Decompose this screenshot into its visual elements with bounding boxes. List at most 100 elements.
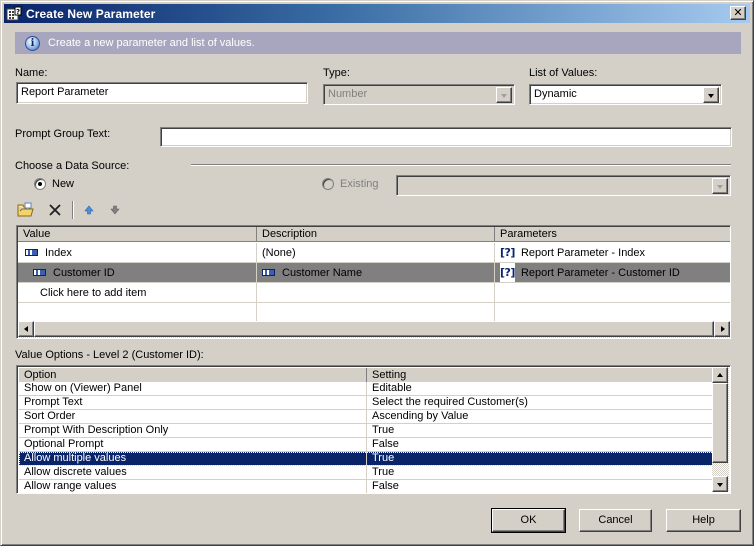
prompt-group-label: Prompt Group Text:	[15, 128, 111, 140]
option-name[interactable]: Optional Prompt	[19, 438, 367, 451]
parameter-cell[interactable]	[495, 283, 730, 302]
option-row[interactable]: Allow discrete values True	[19, 466, 714, 480]
delete-button[interactable]	[45, 201, 65, 219]
data-source-label: Choose a Data Source:	[15, 160, 130, 172]
option-name[interactable]: Sort Order	[19, 410, 367, 423]
description-text: (None)	[262, 246, 296, 259]
svg-text:?: ?	[16, 8, 20, 16]
table-row[interactable]: Index (None) [?] Report Parameter - Inde…	[18, 243, 730, 263]
option-name[interactable]: Prompt Text	[19, 396, 367, 409]
scroll-left-button[interactable]	[18, 321, 34, 337]
value-cell[interactable]: Index	[18, 243, 257, 262]
empty-cell	[495, 303, 730, 322]
scroll-up-button[interactable]	[712, 367, 728, 383]
delete-icon	[49, 204, 61, 216]
option-name[interactable]: Show on (Viewer) Panel	[19, 382, 367, 395]
vertical-scroll-thumb[interactable]	[712, 383, 728, 463]
chevron-down-icon	[712, 178, 728, 194]
value-text: Index	[45, 246, 72, 259]
option-setting[interactable]: True	[367, 466, 714, 479]
parameter-cell[interactable]: [?] Report Parameter - Index	[495, 243, 730, 262]
chevron-down-icon[interactable]	[703, 87, 719, 103]
open-button[interactable]	[16, 201, 36, 219]
radio-unchecked-icon[interactable]	[322, 178, 334, 190]
option-row[interactable]: Show on (Viewer) Panel Editable	[19, 382, 714, 396]
move-up-icon	[84, 205, 94, 215]
parameter-text: Report Parameter - Customer ID	[520, 266, 680, 279]
horizontal-scroll-thumb[interactable]	[34, 321, 714, 337]
radio-checked-icon[interactable]	[34, 178, 46, 190]
scroll-right-button[interactable]	[714, 321, 730, 337]
option-setting[interactable]: Select the required Customer(s)	[367, 396, 714, 409]
radio-new[interactable]: New	[34, 178, 74, 190]
option-setting[interactable]: True	[367, 452, 714, 465]
option-setting[interactable]: True	[367, 424, 714, 437]
column-header-parameters[interactable]: Parameters	[495, 227, 730, 241]
parameter-text: Report Parameter - Index	[520, 246, 646, 259]
value-cell[interactable]: Customer ID	[18, 263, 257, 282]
ok-button[interactable]: OK	[491, 508, 566, 533]
add-item-cell[interactable]: Click here to add item	[18, 283, 257, 302]
option-row[interactable]: Prompt Text Select the required Customer(…	[19, 396, 714, 410]
window-title: Create New Parameter	[26, 6, 156, 21]
option-name[interactable]: Allow multiple values	[19, 452, 367, 465]
move-down-button[interactable]	[105, 201, 125, 219]
cancel-button[interactable]: Cancel	[579, 509, 652, 532]
option-setting[interactable]: Editable	[367, 382, 714, 395]
value-options-list: Option Setting Show on (Viewer) Panel Edi…	[16, 365, 731, 494]
description-cell[interactable]: (None)	[257, 243, 495, 262]
existing-source-select[interactable]	[396, 175, 731, 196]
option-name[interactable]: Prompt With Description Only	[19, 424, 367, 437]
app-icon: ?	[6, 6, 22, 22]
type-value: Number	[328, 88, 368, 100]
add-item-row[interactable]: Click here to add item	[18, 283, 730, 303]
empty-cell	[18, 303, 257, 322]
type-select[interactable]: Number	[323, 84, 515, 105]
info-banner: i Create a new parameter and list of val…	[15, 32, 741, 54]
info-icon: i	[25, 35, 40, 51]
title-bar[interactable]: ? Create New Parameter ✕	[4, 4, 750, 23]
move-up-button[interactable]	[79, 201, 99, 219]
description-cell[interactable]	[257, 283, 495, 302]
prompt-group-input[interactable]	[160, 127, 732, 147]
list-of-values-select[interactable]: Dynamic	[529, 84, 722, 105]
option-name[interactable]: Allow range values	[19, 480, 367, 493]
option-row[interactable]: Prompt With Description Only True	[19, 424, 714, 438]
help-button[interactable]: Help	[666, 509, 741, 532]
description-text: Customer Name	[282, 266, 363, 279]
table-row[interactable]: Customer ID Customer Name [?] Report Par…	[18, 263, 730, 283]
parameter-icon: [?]	[500, 263, 515, 282]
horizontal-scrollbar[interactable]	[18, 321, 730, 338]
column-header-setting[interactable]: Setting	[367, 368, 714, 382]
option-setting[interactable]: False	[367, 438, 714, 451]
list-of-values-label: List of Values:	[529, 67, 598, 79]
type-label: Type:	[323, 67, 350, 79]
value-options-header: Option Setting	[19, 368, 714, 382]
option-row[interactable]: Sort Order Ascending by Value	[19, 410, 714, 424]
option-setting[interactable]: Ascending by Value	[367, 410, 714, 423]
toolbar-separator	[72, 201, 74, 219]
option-row[interactable]: Optional Prompt False	[19, 438, 714, 452]
open-folder-icon	[17, 202, 34, 217]
vertical-scrollbar[interactable]	[712, 367, 729, 492]
column-header-option[interactable]: Option	[19, 368, 367, 382]
description-cell[interactable]: Customer Name	[257, 263, 495, 282]
move-down-icon	[110, 205, 120, 215]
radio-existing[interactable]: Existing	[322, 178, 379, 190]
empty-cell	[257, 303, 495, 322]
scroll-down-button[interactable]	[712, 476, 728, 492]
name-input[interactable]: Report Parameter	[16, 82, 308, 104]
close-button[interactable]: ✕	[730, 6, 746, 20]
option-setting[interactable]: False	[367, 480, 714, 493]
add-item-text: Click here to add item	[40, 286, 147, 299]
info-text: Create a new parameter and list of value…	[48, 37, 255, 49]
option-row[interactable]: Allow range values False	[19, 480, 714, 493]
option-row[interactable]: Allow multiple values True	[19, 452, 714, 466]
column-header-value[interactable]: Value	[18, 227, 257, 241]
radio-existing-label: Existing	[340, 178, 379, 190]
field-icon	[25, 249, 38, 256]
parameter-cell[interactable]: [?] Report Parameter - Customer ID	[495, 263, 730, 282]
group-separator	[191, 164, 731, 166]
column-header-description[interactable]: Description	[257, 227, 495, 241]
option-name[interactable]: Allow discrete values	[19, 466, 367, 479]
